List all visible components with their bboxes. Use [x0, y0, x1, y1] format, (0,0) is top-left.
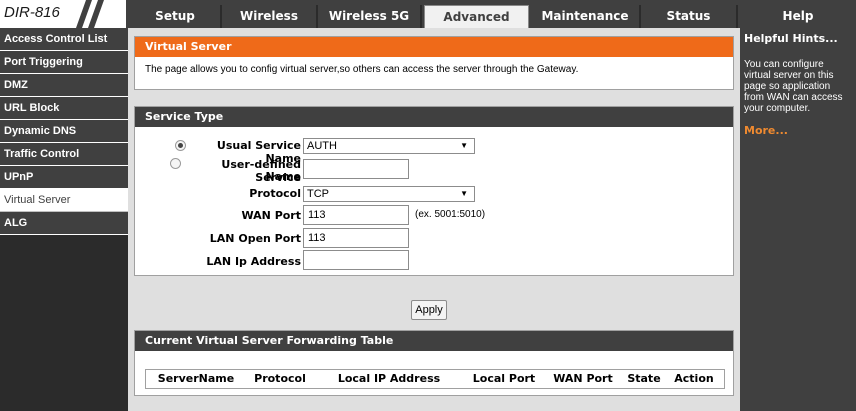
column-header-servername: ServerName [157, 372, 235, 385]
column-header-protocol: Protocol [254, 372, 306, 385]
dropdown-arrow-icon: ▼ [460, 189, 468, 198]
forwarding-table-panel: Current Virtual Server Forwarding Table … [134, 330, 734, 396]
apply-button[interactable]: Apply [411, 300, 447, 320]
top-navigation-bar: DIR-816 Setup Wireless Wireless 5G Advan… [0, 0, 856, 28]
brand-slash-graphic [76, 0, 104, 28]
model-name: DIR-816 [4, 4, 60, 21]
sidebar-item-alg[interactable]: ALG [0, 212, 128, 235]
wan-port-hint: (ex. 5001:5010) [415, 209, 486, 220]
tab-advanced[interactable]: Advanced [424, 5, 529, 28]
help-more-link[interactable]: More... [744, 124, 852, 137]
sidebar-item-upnp[interactable]: UPnP [0, 166, 128, 189]
sidebar-item-virtual-server[interactable]: Virtual Server [0, 189, 128, 212]
wan-port-label: WAN Port [241, 209, 302, 222]
lan-ip-address-label: LAN Ip Address [206, 255, 301, 268]
sidebar-item-traffic-control[interactable]: Traffic Control [0, 143, 128, 166]
tab-wireless-5g[interactable]: Wireless 5G [318, 5, 422, 28]
page-description: The page allows you to config virtual se… [145, 64, 579, 75]
lan-open-port-input[interactable]: 113 [303, 228, 409, 248]
user-defined-service-radio[interactable] [170, 158, 181, 169]
column-header-wan-port: WAN Port [553, 372, 613, 385]
user-defined-service-label-line2: Name [265, 170, 301, 183]
lan-ip-address-input[interactable] [303, 250, 409, 270]
page-title: Virtual Server [135, 37, 733, 57]
service-type-panel: Service Type Usual Service Name AUTH ▼ U… [134, 106, 734, 276]
brand-logo: DIR-816 [0, 0, 128, 28]
usual-service-selected-value: AUTH [307, 140, 337, 152]
usual-service-radio[interactable] [175, 140, 186, 151]
sidebar: Access Control List Port Triggering DMZ … [0, 28, 128, 411]
protocol-label: Protocol [249, 187, 301, 200]
column-header-action: Action [674, 372, 714, 385]
wan-port-input[interactable]: 113 [303, 205, 409, 225]
tab-wireless[interactable]: Wireless [222, 5, 318, 28]
forwarding-table-header: ServerName Protocol Local IP Address Loc… [145, 369, 725, 389]
dropdown-arrow-icon: ▼ [460, 141, 468, 150]
protocol-select[interactable]: TCP ▼ [303, 186, 475, 202]
help-panel: Helpful Hints... You can configure virtu… [740, 28, 856, 411]
user-defined-service-input[interactable] [303, 159, 409, 179]
sidebar-item-port-triggering[interactable]: Port Triggering [0, 51, 128, 74]
main-content: Virtual Server The page allows you to co… [128, 28, 740, 411]
column-header-local-port: Local Port [472, 372, 536, 385]
sidebar-item-dmz[interactable]: DMZ [0, 74, 128, 97]
virtual-server-panel: Virtual Server The page allows you to co… [134, 36, 734, 90]
tab-setup[interactable]: Setup [130, 5, 222, 28]
lan-open-port-label: LAN Open Port [209, 232, 301, 245]
help-text: You can configure virtual server on this… [744, 59, 843, 114]
tab-status[interactable]: Status [641, 5, 738, 28]
service-type-title: Service Type [135, 107, 733, 127]
help-title: Helpful Hints... [744, 32, 838, 45]
forwarding-table-title: Current Virtual Server Forwarding Table [135, 331, 733, 351]
sidebar-item-url-block[interactable]: URL Block [0, 97, 128, 120]
sidebar-item-dynamic-dns[interactable]: Dynamic DNS [0, 120, 128, 143]
column-header-local-ip: Local IP Address [337, 372, 441, 385]
tab-maintenance[interactable]: Maintenance [531, 5, 641, 28]
sidebar-item-access-control-list[interactable]: Access Control List [0, 28, 128, 51]
usual-service-select[interactable]: AUTH ▼ [303, 138, 475, 154]
tab-help[interactable]: Help [740, 5, 856, 28]
protocol-selected-value: TCP [307, 188, 329, 200]
column-header-state: State [627, 372, 661, 385]
